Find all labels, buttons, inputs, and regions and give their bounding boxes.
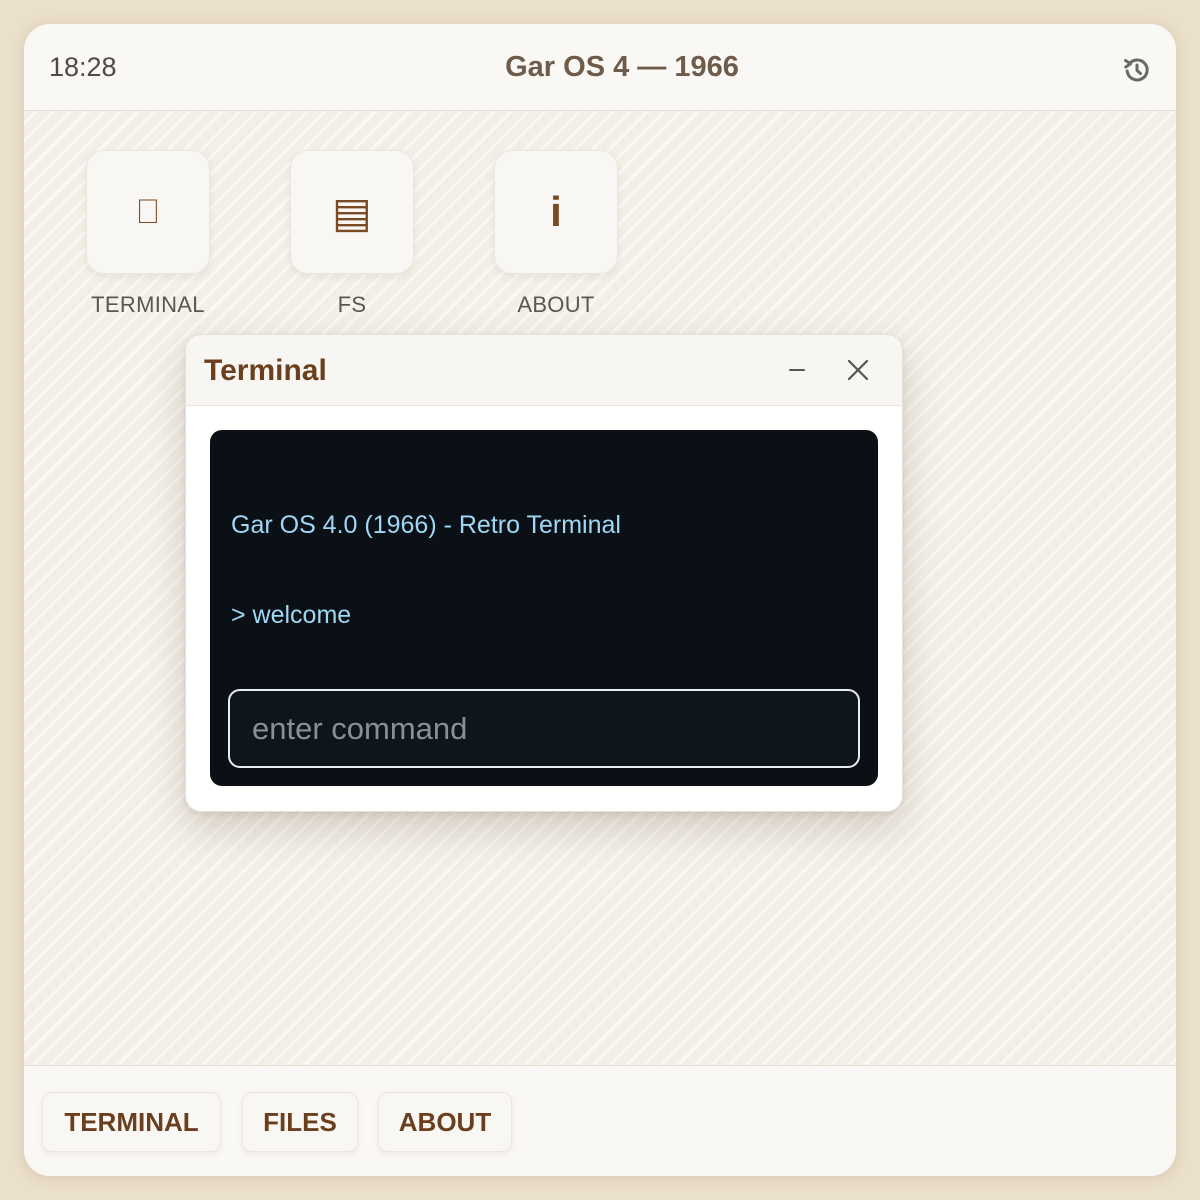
top-bar: 18:28 Gar OS 4 — 1966 xyxy=(24,24,1176,111)
desktop-icon-about[interactable]: i ABOUT xyxy=(494,150,618,318)
desktop-icon-label: ABOUT xyxy=(517,292,595,317)
taskbar-terminal-button[interactable]: TERMINAL xyxy=(42,1092,221,1152)
restart-button[interactable] xyxy=(1121,54,1153,86)
terminal-window: Terminal Gar OS 4.0 (1966) - Retro Termi… xyxy=(185,334,903,812)
minimize-button[interactable] xyxy=(779,352,815,388)
terminal-panel: Gar OS 4.0 (1966) - Retro Terminal > wel… xyxy=(210,430,878,786)
folder-icon-glyph: ▤ xyxy=(332,188,372,236)
info-icon-glyph: i xyxy=(550,188,562,235)
taskbar-files-button[interactable]: FILES xyxy=(242,1092,358,1152)
window-titlebar[interactable]: Terminal xyxy=(186,335,902,406)
info-icon: i xyxy=(494,150,618,274)
command-input[interactable] xyxy=(228,689,860,768)
desktop-icon-terminal[interactable]: ⎕ TERMINAL xyxy=(86,150,210,318)
window-title: Terminal xyxy=(204,354,327,387)
close-button[interactable] xyxy=(840,352,876,388)
desktop-icon-label: TERMINAL xyxy=(91,292,205,317)
taskbar-about-button[interactable]: ABOUT xyxy=(378,1092,512,1152)
close-icon xyxy=(847,359,869,381)
desktop-icon-fs[interactable]: ▤ FS xyxy=(290,150,414,318)
os-title: Gar OS 4 — 1966 xyxy=(505,51,739,83)
terminal-icon: ⎕ xyxy=(86,150,210,274)
desktop-screen: 18:28 Gar OS 4 — 1966 ⎕ TERMINAL ▤ FS i … xyxy=(24,24,1176,1176)
terminal-output: Gar OS 4.0 (1966) - Retro Terminal > wel… xyxy=(231,450,861,690)
minimize-icon xyxy=(789,369,805,371)
folder-icon: ▤ xyxy=(290,150,414,274)
terminal-line: Gar OS 4.0 (1966) - Retro Terminal xyxy=(231,511,621,539)
terminal-line: > welcome xyxy=(231,601,352,629)
desktop-icon-label: FS xyxy=(337,292,367,317)
terminal-icon-glyph: ⎕ xyxy=(137,192,159,231)
restart-icon xyxy=(1124,58,1149,82)
taskbar: TERMINAL FILES ABOUT xyxy=(24,1065,1176,1176)
